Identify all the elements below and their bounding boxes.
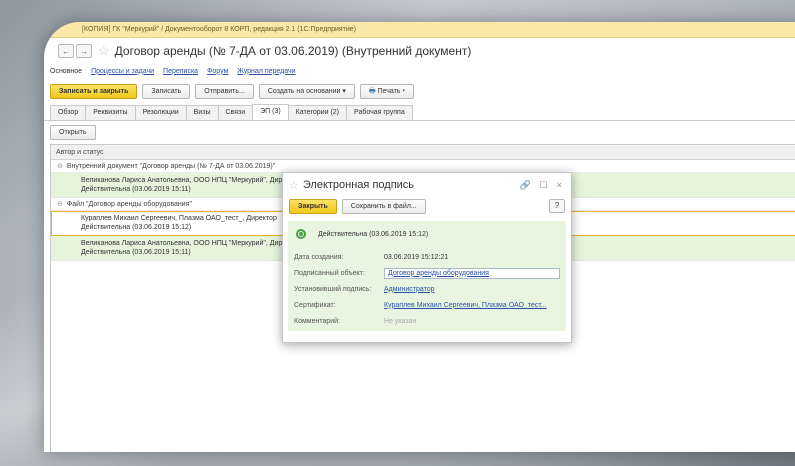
tab-links[interactable]: Связи — [217, 105, 254, 120]
back-button[interactable]: ← — [58, 44, 74, 58]
dialog-controls: 🔗 ☐ × — [519, 180, 571, 191]
created-value: 03.06.2019 15:12:21 — [384, 253, 449, 261]
tab-resolutions[interactable]: Резолюции — [134, 105, 187, 120]
arrow-right-icon: → — [80, 46, 88, 56]
field-comment: Комментарий: Не указан — [294, 314, 560, 328]
favorite-star-icon[interactable]: ☆ — [289, 179, 299, 192]
tab-overview[interactable]: Обзор — [50, 105, 87, 120]
group-label: Файл "Договор аренды оборудования" — [66, 201, 192, 208]
created-label: Дата создания: — [294, 253, 344, 261]
save-button[interactable]: Записать — [142, 84, 191, 99]
status-text: Действительна (03.06.2019 15:12) — [318, 230, 429, 238]
signature-details: Действительна (03.06.2019 15:12) Дата со… — [288, 221, 566, 331]
dialog-header: ☆ Электронная подпись 🔗 ☐ × — [283, 173, 571, 197]
valid-signature-icon — [296, 229, 306, 239]
favorite-star-icon[interactable]: ☆ — [98, 43, 110, 59]
create-based-button[interactable]: Создать на основании ▾ — [258, 84, 355, 99]
tab-categories[interactable]: Категории (2) — [287, 105, 348, 120]
help-button[interactable]: ? — [549, 199, 565, 213]
forward-button[interactable]: → — [76, 44, 92, 58]
tab-details[interactable]: Реквизиты — [85, 105, 136, 120]
object-label: Подписанный объект: — [294, 269, 365, 277]
dialog-title: Электронная подпись — [302, 179, 415, 191]
section-journal[interactable]: Журнал передачи — [237, 68, 295, 75]
installer-link[interactable]: Администратор — [384, 286, 560, 293]
signed-object-link[interactable]: Договор аренды оборудования — [384, 267, 560, 279]
comment-value: Не указан — [384, 317, 417, 325]
arrow-left-icon: ← — [62, 46, 70, 56]
open-button[interactable]: Открыть — [50, 125, 96, 140]
maximize-icon[interactable]: ☐ — [540, 180, 548, 191]
collapse-icon[interactable]: ⊖ — [57, 201, 63, 208]
certificate-label: Сертификат: — [294, 301, 336, 309]
document-header: ← → ☆ Договор аренды (№ 7-ДА от 03.06.20… — [44, 38, 795, 64]
tab-signatures[interactable]: ЭП (3) — [252, 104, 289, 120]
field-created: Дата создания: 03.06.2019 15:12:21 — [294, 250, 560, 264]
close-icon[interactable]: × — [557, 180, 562, 191]
column-author-status[interactable]: Автор и статус — [51, 145, 795, 160]
field-certificate: Сертификат: Кураплев Михаил Сергеевич, П… — [294, 298, 560, 312]
signature-status: Действительна (03.06.2019 15:12) — [294, 226, 560, 242]
field-installer: Установивший подпись: Администратор — [294, 282, 560, 296]
tab-workgroup[interactable]: Рабочая группа — [346, 105, 413, 120]
link-icon[interactable]: 🔗 — [519, 180, 530, 191]
tab-visas[interactable]: Визы — [185, 105, 219, 120]
installer-label: Установивший подпись: — [294, 285, 372, 293]
section-main[interactable]: Основное — [50, 68, 82, 75]
document-title: Договор аренды (№ 7-ДА от 03.06.2019) (В… — [114, 44, 472, 58]
section-processes[interactable]: Процессы и задачи — [91, 68, 154, 75]
document-toolbar: Записать и закрыть Записать Отправить...… — [44, 78, 795, 99]
group-label: Внутренний документ "Договор аренды (№ 7… — [66, 163, 276, 170]
send-button[interactable]: Отправить... — [195, 84, 254, 99]
printer-icon: 🖶 — [368, 88, 376, 95]
certificate-link[interactable]: Кураплев Михаил Сергеевич, Плазма ОАО_те… — [384, 302, 560, 309]
window-title: [КОПИЯ] ГК "Меркурий" / Документооборот … — [44, 22, 795, 38]
print-button[interactable]: 🖶 Печать ▾ — [359, 84, 414, 99]
dialog-toolbar: Закрыть Сохранить в файл... ? — [283, 197, 571, 215]
section-links: Основное Процессы и задачи Переписка Фор… — [44, 64, 795, 78]
print-label: Печать ▾ — [377, 88, 405, 95]
collapse-icon[interactable]: ⊖ — [57, 163, 63, 170]
comment-label: Комментарий: — [294, 317, 341, 325]
section-forum[interactable]: Форум — [207, 68, 228, 75]
field-object: Подписанный объект: Договор аренды обору… — [294, 266, 560, 280]
close-button[interactable]: Закрыть — [289, 198, 337, 214]
signature-dialog: ☆ Электронная подпись 🔗 ☐ × Закрыть Сохр… — [282, 172, 572, 343]
section-correspondence[interactable]: Переписка — [163, 68, 198, 75]
save-to-file-button[interactable]: Сохранить в файл... — [341, 198, 426, 214]
save-close-button[interactable]: Записать и закрыть — [50, 84, 138, 99]
tab-bar: Обзор Реквизиты Резолюции Визы Связи ЭП … — [44, 99, 795, 121]
